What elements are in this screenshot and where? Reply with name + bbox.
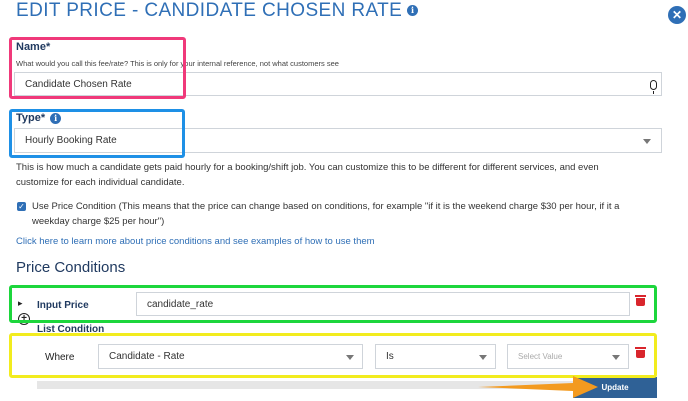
info-icon[interactable]: i — [407, 5, 419, 17]
page-title-text: EDIT PRICE - CANDIDATE CHOSEN RATE — [16, 0, 403, 21]
type-description-line-2: customize for each individual candidate. — [16, 177, 185, 188]
chevron-down-icon — [643, 139, 651, 144]
price-conditions-heading: Price Conditions — [16, 259, 126, 276]
price-condition-line-1: Use Price Condition (This means that the… — [32, 201, 620, 212]
price-condition-line-2: weekday charge $25 per hour") — [32, 216, 165, 227]
type-highlight-box — [9, 109, 185, 158]
page-title: EDIT PRICE - CANDIDATE CHOSEN RATE i — [16, 0, 419, 22]
price-conditions-help-link[interactable]: Click here to learn more about price con… — [16, 236, 375, 247]
type-description: This is how much a candidate gets paid h… — [16, 160, 681, 190]
type-description-line-1: This is how much a candidate gets paid h… — [16, 162, 599, 173]
input-price-highlight-box — [9, 285, 657, 323]
arrow-annotation-icon — [478, 376, 598, 398]
name-highlight-box — [9, 37, 186, 99]
close-icon[interactable]: ✕ — [668, 6, 686, 24]
use-price-condition-label: Use Price Condition (This means that the… — [32, 199, 682, 229]
microphone-icon[interactable] — [650, 80, 657, 94]
list-condition-highlight-box — [9, 333, 657, 378]
use-price-condition-checkbox[interactable]: ✓ — [17, 202, 26, 211]
